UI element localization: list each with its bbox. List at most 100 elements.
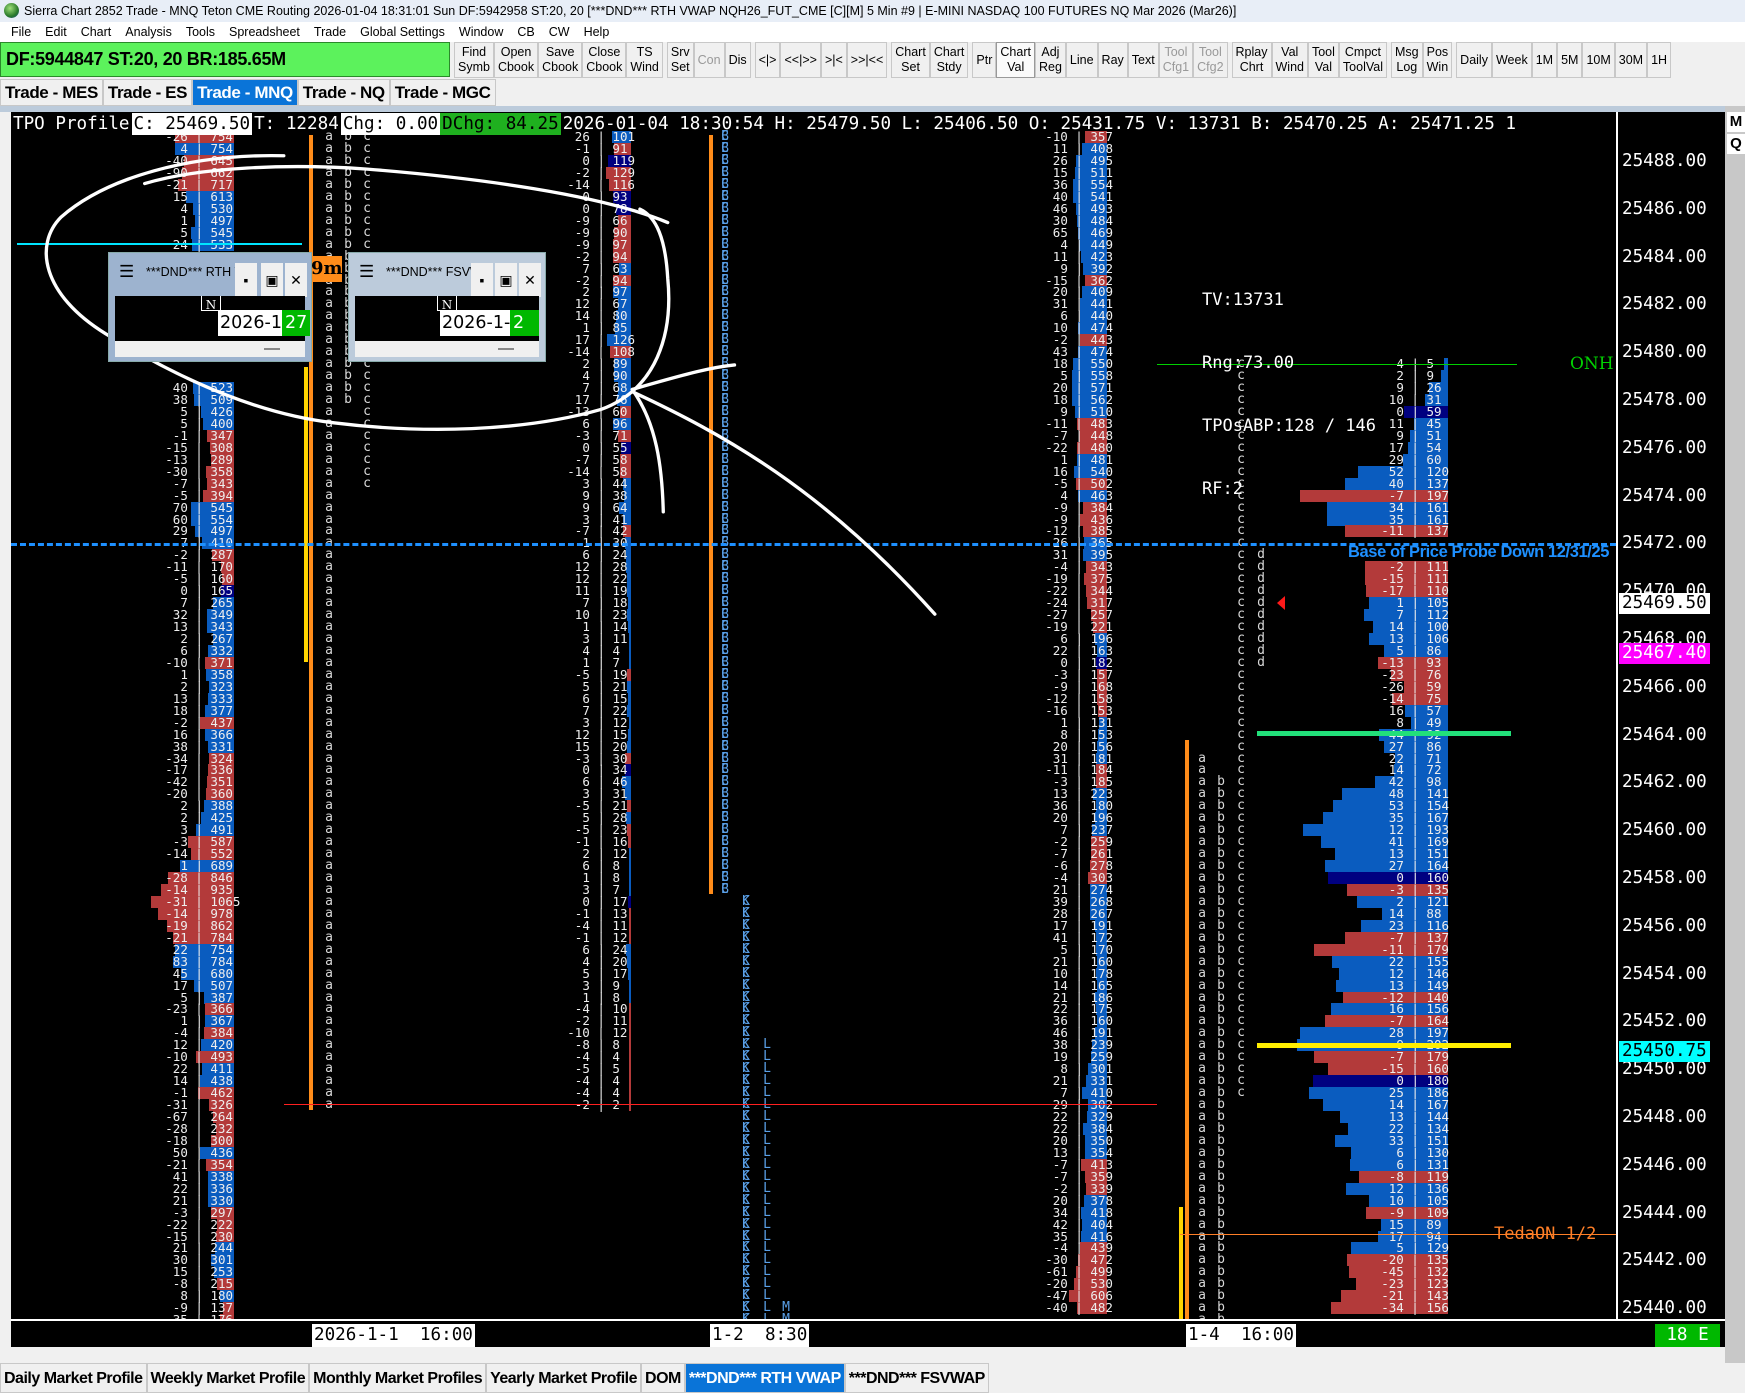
close-icon[interactable]: ✕ [285,263,307,297]
window-scrollbar[interactable] [355,341,539,357]
toolbar-button-chart-stdy[interactable]: Chart Stdy [929,42,969,78]
toolbar-button-val-wind[interactable]: Val Wind [1271,42,1308,78]
toolbar-button-dis[interactable]: Dis [724,42,751,78]
menu-cb[interactable]: CB [510,22,541,42]
toolbar-button-1h[interactable]: 1H [1647,42,1672,78]
window-tab[interactable]: Daily Market Profile [0,1363,147,1393]
menu-file[interactable]: File [4,22,38,42]
menu-analysis[interactable]: Analysis [118,22,179,42]
toolbar-button-open-cbook[interactable]: Open Cbook [493,42,539,78]
toolbar-button-[interactable]: <<|>> [780,42,821,78]
app-logo-icon [4,3,19,18]
window-tab[interactable]: Yearly Market Profile [486,1363,642,1393]
side-box-q[interactable]: Q [1727,134,1745,154]
toolbar-button-cmpct-toolval[interactable]: Cmpct ToolVal [1338,42,1387,78]
toolbar-button-tool-cfg2[interactable]: Tool Cfg2 [1193,42,1228,78]
window-scrollbar[interactable] [115,341,305,357]
window-tab[interactable]: Monthly Market Profiles [309,1363,487,1393]
price-axis-label: 25446.00 [1622,1154,1707,1175]
price-axis[interactable] [1616,112,1725,1319]
menu-global-settings[interactable]: Global Settings [353,22,452,42]
button-label-line1: <<|>> [784,52,817,67]
toolbar-button-ray[interactable]: Ray [1097,42,1128,78]
button-label-line1: Cmpct [1344,45,1382,59]
time-axis[interactable]: 2026-1-1 16:00 1-2 8:30 1-4 16:00 18 E [11,1319,1725,1347]
close-icon[interactable]: ✕ [519,263,541,297]
button-label-line1: Dis [728,52,747,67]
chartbook-tab[interactable]: Trade - NQ [297,79,390,106]
toolbar-button-text[interactable]: Text [1127,42,1159,78]
floating-chart-window-rth-vwap[interactable]: ☰ ***DND*** RTH V ▪ ▣ ✕ N 2026-1- 27 [108,252,312,362]
window-tab[interactable]: DOM [641,1363,685,1393]
menu-help[interactable]: Help [577,22,617,42]
price-axis-label: 25452.00 [1622,1011,1707,1032]
toolbar-button-line[interactable]: Line [1065,42,1098,78]
toolbar-button-tool-val[interactable]: Tool Val [1307,42,1339,78]
menu-chart[interactable]: Chart [74,22,119,42]
toolbar-button-rplay-chrt[interactable]: Rplay Chrt [1231,42,1272,78]
toolbar-button-5m[interactable]: 5M [1557,42,1583,78]
price-axis-label: 25476.00 [1622,437,1707,458]
toolbar-button-msg-log[interactable]: Msg Log [1391,42,1423,78]
chartbook-tab[interactable]: Trade - MES [0,79,103,106]
chartbook-tab[interactable]: Trade - MGC [389,79,496,106]
toolbar-button-con[interactable]: Con [693,42,725,78]
hamburger-menu-icon[interactable]: ☰ [359,253,374,291]
price-axis-label: 25444.00 [1622,1202,1707,1223]
menu-trade[interactable]: Trade [307,22,353,42]
maximize-icon[interactable]: ▣ [261,263,283,297]
hamburger-menu-icon[interactable]: ☰ [119,253,134,291]
chartbook-tab[interactable]: Trade - MNQ [192,79,298,106]
vertical-scrollbar[interactable]: M Q [1725,106,1745,1363]
toolbar-button-srv-set[interactable]: Srv Set [666,42,694,78]
toolbar-button-tool-cfg1[interactable]: Tool Cfg1 [1158,42,1194,78]
change-value: Chg: 0.00 [340,113,441,135]
window-tab[interactable]: ***DND*** FSVWAP [844,1363,989,1393]
toolbar-button-pos-win[interactable]: Pos Win [1422,42,1453,78]
horizontal-scrollbar[interactable] [0,1347,1725,1363]
toolbar-button-save-cbook[interactable]: Save Cbook [538,42,583,78]
button-label-line1: Msg [1395,45,1419,59]
menu-cw[interactable]: CW [542,22,577,42]
floating-chart-window-fsvwap[interactable]: ☰ ***DND*** FSVW/ ▪ ▣ ✕ N2026-1-42 E [348,252,546,362]
toolbar-button-[interactable]: <|> [754,42,781,78]
restore-icon[interactable]: ▪ [235,263,257,297]
toolbar-button-30m[interactable]: 30M [1614,42,1648,78]
window-tab[interactable]: Weekly Market Profile [146,1363,310,1393]
menu-tools[interactable]: Tools [179,22,222,42]
toolbar-button-adj-reg[interactable]: Adj Reg [1034,42,1066,78]
menu-spreadsheet[interactable]: Spreadsheet [222,22,307,42]
price-axis-label: 25488.00 [1622,151,1707,171]
window-title: ***DND*** RTH V [146,265,244,279]
restore-icon[interactable]: ▪ [471,263,493,297]
toolbar-button-ts-wind[interactable]: TS Wind [626,42,663,78]
toolbar-button-chart-val[interactable]: Chart Val [996,42,1035,78]
side-box-m[interactable]: M [1727,112,1745,132]
toolbar-button-week[interactable]: Week [1491,42,1532,78]
button-label-line2: Val [1314,60,1333,74]
button-label-line1: Ray [1101,52,1124,67]
toolbar-button-10m[interactable]: 10M [1582,42,1615,78]
bar-info: 2026-01-04 18:30:54 H: 25479.50 L: 25406… [562,114,1516,134]
button-label-line1: >>|<< [850,52,884,67]
price-axis-label: 25456.00 [1622,915,1707,936]
maximize-icon[interactable]: ▣ [495,263,517,297]
toolbar-group: Msg Log Pos Win [1391,42,1453,78]
button-label-line1: Text [1131,52,1155,67]
toolbar-button-1m[interactable]: 1M [1531,42,1558,78]
toolbar-button-close-cbook[interactable]: Close Cbook [582,42,627,78]
chartbook-tab[interactable]: Trade - ES [102,79,193,106]
toolbar-button-daily[interactable]: Daily [1456,42,1492,78]
button-label-line1: Con [697,52,721,67]
toolbar-button-[interactable]: >>|<< [846,42,888,78]
window-tab[interactable]: ***DND*** RTH VWAP [684,1363,845,1393]
toolbar-group: Daily Week 1M 5M 10M 30M 1H [1456,42,1672,78]
menu-window[interactable]: Window [452,22,510,42]
toolbar-button-find-symb[interactable]: Find Symb [454,42,494,78]
menu-edit[interactable]: Edit [38,22,74,42]
toolbar-button-chart-set[interactable]: Chart Set [891,42,930,78]
button-label-line1: >|< [824,52,843,67]
toolbar-button-[interactable]: >|< [820,42,847,78]
toolbar-button-ptr[interactable]: Ptr [972,42,997,78]
price-axis-label: 25472.00 [1622,533,1707,554]
